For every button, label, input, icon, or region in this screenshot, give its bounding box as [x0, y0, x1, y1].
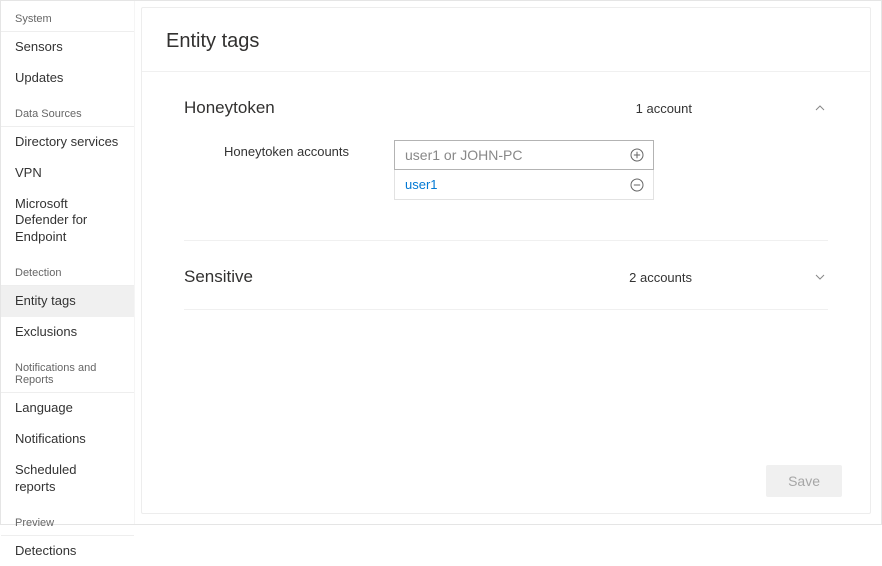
section-honeytoken: Honeytoken 1 account Honeytoken accounts	[184, 72, 828, 241]
chevron-down-icon	[812, 271, 828, 283]
sidebar-item-vpn[interactable]: VPN	[1, 158, 134, 189]
sidebar-item-notifications[interactable]: Notifications	[1, 424, 134, 455]
sidebar-group-notifications: Notifications and Reports	[1, 354, 134, 393]
sidebar-item-updates[interactable]: Updates	[1, 63, 134, 94]
section-title-honeytoken: Honeytoken	[184, 98, 275, 118]
sidebar-item-mde[interactable]: Microsoft Defender for Endpoint	[1, 189, 134, 254]
honeytoken-field-label: Honeytoken accounts	[224, 140, 394, 200]
settings-sidebar: System Sensors Updates Data Sources Dire…	[1, 1, 135, 524]
section-sensitive: Sensitive 2 accounts	[184, 241, 828, 310]
section-header-sensitive[interactable]: Sensitive 2 accounts	[184, 241, 828, 309]
sidebar-item-sensors[interactable]: Sensors	[1, 32, 134, 63]
honeytoken-account-row: user1	[394, 170, 654, 200]
sidebar-item-entity-tags[interactable]: Entity tags	[1, 286, 134, 317]
remove-icon[interactable]	[629, 177, 645, 193]
section-meta-sensitive: 2 accounts	[629, 270, 692, 285]
save-button[interactable]: Save	[766, 465, 842, 497]
honeytoken-add-row	[394, 140, 654, 170]
main-content: Entity tags Honeytoken 1 account Honeyto…	[135, 1, 881, 524]
section-header-honeytoken[interactable]: Honeytoken 1 account	[184, 72, 828, 140]
sidebar-item-directory-services[interactable]: Directory services	[1, 127, 134, 158]
honeytoken-input[interactable]	[405, 147, 629, 163]
section-meta-honeytoken: 1 account	[636, 101, 692, 116]
sidebar-item-scheduled-reports[interactable]: Scheduled reports	[1, 455, 134, 503]
add-icon[interactable]	[629, 147, 645, 163]
sidebar-group-preview: Preview	[1, 509, 134, 536]
sidebar-item-exclusions[interactable]: Exclusions	[1, 317, 134, 348]
sidebar-group-detection: Detection	[1, 259, 134, 286]
page-title: Entity tags	[142, 8, 870, 72]
sidebar-group-data-sources: Data Sources	[1, 100, 134, 127]
sidebar-item-language[interactable]: Language	[1, 393, 134, 424]
sidebar-group-system: System	[1, 5, 134, 32]
honeytoken-account-name[interactable]: user1	[405, 177, 629, 192]
section-title-sensitive: Sensitive	[184, 267, 253, 287]
chevron-up-icon	[812, 102, 828, 114]
sidebar-item-detections[interactable]: Detections	[1, 536, 134, 566]
